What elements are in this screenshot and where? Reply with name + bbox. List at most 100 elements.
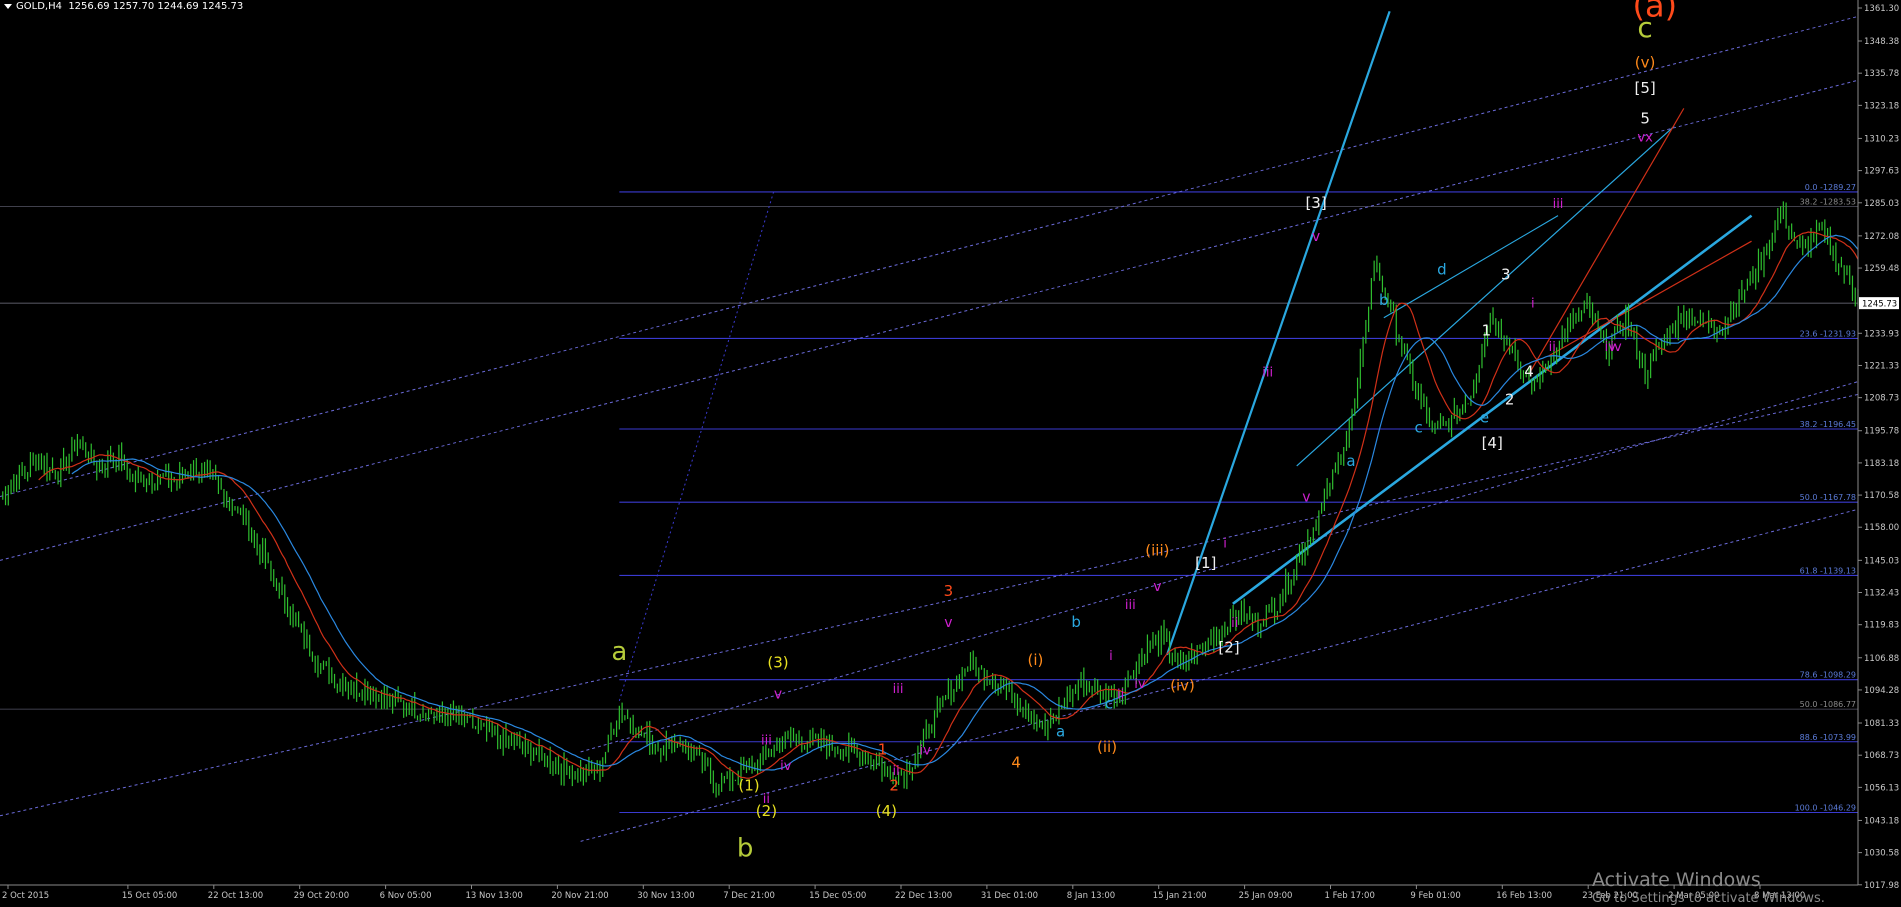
- price-tick-label: 1081.33: [1864, 719, 1899, 729]
- wave-label: (iii): [1145, 541, 1169, 559]
- price-tick-label: 1132.43: [1864, 589, 1899, 599]
- wave-label: (4): [876, 802, 897, 820]
- wave-label: c: [1415, 419, 1423, 437]
- price-tick-label: 1221.33: [1864, 361, 1899, 371]
- watermark-line1: Activate Windows: [1592, 869, 1761, 891]
- time-tick-label: 15 Dec 05:00: [809, 891, 866, 901]
- price-tick-label: 1297.63: [1864, 167, 1899, 177]
- ohlc-readout: 1256.69 1257.70 1244.69 1245.73: [68, 1, 244, 12]
- fib-level-label: 100.0 -1046.29: [1795, 803, 1856, 812]
- price-tick-label: 1106.88: [1864, 654, 1899, 664]
- dropdown-triangle-icon[interactable]: [4, 3, 12, 9]
- time-tick-label: 8 Jan 13:00: [1067, 891, 1115, 901]
- time-tick-label: 22 Oct 13:00: [208, 891, 263, 901]
- wave-label: 5: [1640, 110, 1650, 128]
- wave-label: [3]: [1305, 194, 1326, 212]
- wave-label: iii: [1262, 366, 1273, 381]
- price-tick-label: 1259.48: [1864, 264, 1899, 274]
- wave-label: v: [944, 615, 952, 631]
- time-tick-label: 16 Feb 13:00: [1496, 891, 1552, 901]
- price-tick-label: 1068.73: [1864, 751, 1899, 761]
- wave-label: iv: [1605, 340, 1617, 355]
- wave-label: b: [1379, 291, 1389, 309]
- time-tick-label: 30 Nov 13:00: [637, 891, 694, 901]
- wave-label: iii: [893, 682, 904, 697]
- wave-label: iii: [1125, 598, 1136, 613]
- wave-label: [1]: [1195, 554, 1216, 572]
- time-tick-label: 22 Dec 13:00: [895, 891, 952, 901]
- wave-label: d: [1437, 260, 1447, 278]
- wave-label: 2: [1505, 391, 1515, 409]
- wave-label: iii: [1553, 197, 1564, 212]
- wave-label: 1: [878, 740, 888, 758]
- wave-label: 2: [889, 776, 899, 794]
- wave-label: 4: [1011, 753, 1021, 771]
- time-tick-label: 31 Dec 01:00: [981, 891, 1038, 901]
- wave-label: (ii): [1097, 738, 1117, 756]
- fib-level-label: 38.2 -1196.45: [1800, 420, 1856, 429]
- activation-watermark: Activate Windows Go to Settings to activ…: [1592, 869, 1825, 906]
- wave-label: b: [737, 834, 754, 864]
- price-tick-label: 1158.00: [1864, 523, 1899, 533]
- price-tick-label: 1348.38: [1864, 37, 1899, 47]
- price-tick-label: 1119.83: [1864, 621, 1899, 631]
- price-tick-label: 1361.30: [1864, 4, 1899, 14]
- wave-label: 3: [1501, 265, 1511, 283]
- time-tick-label: 25 Jan 09:00: [1239, 891, 1293, 901]
- wave-label: (3): [767, 654, 788, 672]
- wave-label: v: [1153, 579, 1161, 595]
- fib-level-label: 0.0 -1289.27: [1805, 183, 1856, 192]
- wave-label: v: [774, 686, 782, 702]
- wave-label: a: [1346, 452, 1355, 470]
- wave-label: (iv): [1170, 677, 1195, 695]
- wave-label: (1): [738, 776, 759, 794]
- price-tick-label: 1030.58: [1864, 849, 1899, 859]
- wave-label: (2): [756, 802, 777, 820]
- price-chart[interactable]: 0.0 -1289.2738.2 -1283.5323.6 -1231.9338…: [0, 0, 1901, 907]
- wave-label: e: [1480, 408, 1489, 426]
- fib-level-label: 23.6 -1231.93: [1800, 329, 1856, 338]
- wave-label: ii: [1231, 616, 1238, 631]
- time-tick-label: 29 Oct 20:00: [294, 891, 349, 901]
- wave-label: iv: [919, 743, 931, 758]
- wave-label: v: [1312, 229, 1320, 245]
- chart-window[interactable]: 0.0 -1289.27 38.2 -1283.53 23.6 -1231.93 38…: [0, 0, 1901, 907]
- price-tick-label: 1285.03: [1864, 199, 1899, 209]
- wave-label: b: [1071, 613, 1081, 631]
- wave-label: i: [1109, 649, 1113, 664]
- price-tick-label: 1208.73: [1864, 394, 1899, 404]
- price-tick-label: 1145.03: [1864, 556, 1899, 566]
- fib-level-label: 50.0 -1086.77: [1800, 700, 1856, 709]
- time-tick-label: 20 Nov 21:00: [551, 891, 608, 901]
- wave-label: i: [1223, 537, 1227, 552]
- wave-label: 3: [944, 582, 954, 600]
- time-tick-label: 13 Nov 13:00: [466, 891, 523, 901]
- wave-label: a: [611, 637, 627, 667]
- fib-level-label: 88.6 -1073.99: [1800, 733, 1856, 742]
- watermark-line2: Go to Settings to activate Windows.: [1592, 891, 1825, 906]
- wave-label: [2]: [1218, 638, 1239, 656]
- time-tick-label: 15 Oct 05:00: [122, 891, 177, 901]
- price-tick-label: 1094.28: [1864, 686, 1899, 696]
- fib-level-label: 38.2 -1283.53: [1800, 198, 1856, 207]
- wave-label: i: [1531, 297, 1535, 312]
- price-tick-label: 1310.23: [1864, 134, 1899, 144]
- price-tick-label: 1056.13: [1864, 783, 1899, 793]
- time-tick-label: 1 Feb 17:00: [1325, 891, 1375, 901]
- time-tick-label: 6 Nov 05:00: [380, 891, 432, 901]
- price-tick-label: 1183.18: [1864, 459, 1899, 469]
- fib-level-label: 61.8 -1139.13: [1800, 566, 1856, 575]
- price-tick-label: 1272.08: [1864, 232, 1899, 242]
- time-tick-label: 7 Dec 21:00: [723, 891, 775, 901]
- wave-label: iv: [780, 759, 792, 774]
- price-tick-label: 1233.93: [1864, 329, 1899, 339]
- price-tick-label: 1323.18: [1864, 101, 1899, 111]
- current-price-text: 1245.73: [1862, 300, 1897, 310]
- symbol-label: GOLD,H4: [16, 1, 62, 12]
- time-tick-label: 9 Feb 01:00: [1410, 891, 1460, 901]
- time-tick-label: 15 Jan 21:00: [1153, 891, 1207, 901]
- wave-label: (v): [1635, 54, 1656, 72]
- wave-label: ii: [1549, 340, 1556, 355]
- price-tick-label: 1170.58: [1864, 491, 1899, 501]
- wave-label: iv: [1134, 677, 1146, 692]
